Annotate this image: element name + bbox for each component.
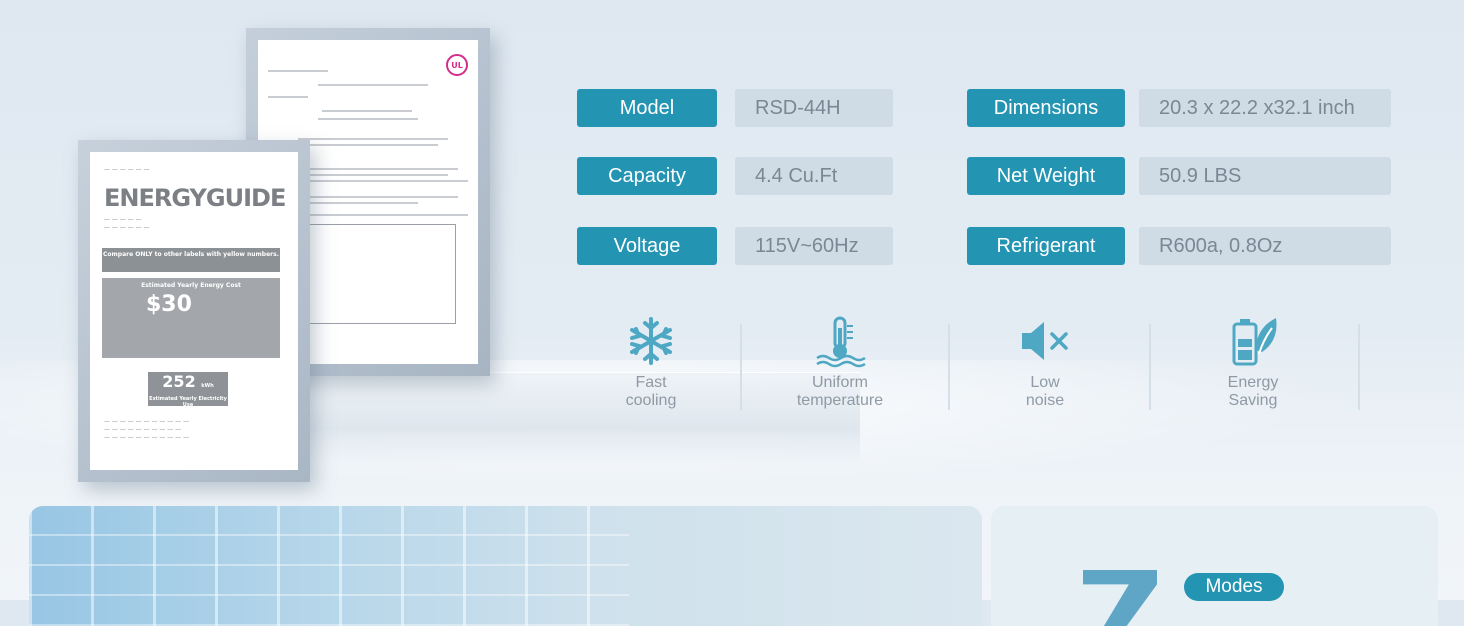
spec-value-model: RSD-44H [735,89,893,127]
thermometer-icon [816,316,866,368]
energy-guide-cost-value: $30 [146,292,192,317]
fridge-shelves-image [29,506,629,626]
fridge-interior-panel [29,506,982,626]
feature-line2: Saving [1228,392,1278,409]
spec-value-refrigerant: R600a, 0.8Oz [1139,227,1391,265]
certificate-table [298,224,456,324]
feature-divider [1358,324,1360,410]
feature-line2: noise [1025,392,1065,409]
energy-guide-title: ENERGYGUIDE [104,184,286,212]
modes-panel: Modes [991,506,1438,626]
spec-label-capacity: Capacity [577,157,717,195]
battery-leaf-icon [1232,318,1277,366]
feature-line2: temperature [796,392,884,409]
feature-fast-cooling: Fast cooling [561,314,741,410]
energy-guide-kwh-unit: kWh [201,383,214,389]
ul-logo: UL [446,54,468,76]
spec-label-net-weight: Net Weight [967,157,1125,195]
modes-count-graphic [1083,570,1157,626]
feature-divider [740,324,742,410]
spec-label-dimensions: Dimensions [967,89,1125,127]
feature-divider [1149,324,1151,410]
energy-guide-compare-text: Compare ONLY to other labels with yellow… [102,248,280,272]
spec-value-dimensions: 20.3 x 22.2 x32.1 inch [1139,89,1391,127]
energy-guide-kwh-label: Estimated Yearly Electricity Use [149,396,227,408]
spec-label-refrigerant: Refrigerant [967,227,1125,265]
energy-guide-kwh-box: 252 kWh Estimated Yearly Electricity Use [148,372,228,408]
modes-badge: Modes [1184,573,1284,601]
energy-guide-paper: — — — — — — ENERGYGUIDE — — — — — — — — … [90,152,298,470]
spec-value-capacity: 4.4 Cu.Ft [735,157,893,195]
feature-line1: Fast [635,374,667,391]
feature-low-noise: Low noise [955,314,1135,410]
feature-divider [948,324,950,410]
feature-line1: Energy [1227,374,1279,391]
energy-guide-frame: — — — — — — ENERGYGUIDE — — — — — — — — … [78,140,310,482]
energy-guide-cost-label: Estimated Yearly Energy Cost [141,282,241,289]
feature-line2: cooling [625,392,677,409]
spec-label-voltage: Voltage [577,227,717,265]
energy-guide-kwh-value: 252 [162,372,196,391]
snowflake-icon [630,317,672,365]
spec-value-net-weight: 50.9 LBS [1139,157,1391,195]
spec-label-model: Model [577,89,717,127]
feature-energy-saving: Energy Saving [1163,314,1343,410]
feature-uniform-temperature: Uniform temperature [750,314,930,410]
spec-value-voltage: 115V~60Hz [735,227,893,265]
feature-line1: Low [1030,374,1060,391]
speaker-mute-icon [1022,322,1068,360]
feature-line1: Uniform [811,374,868,391]
energy-guide-cost-box: Estimated Yearly Energy Cost $30 [102,278,280,358]
